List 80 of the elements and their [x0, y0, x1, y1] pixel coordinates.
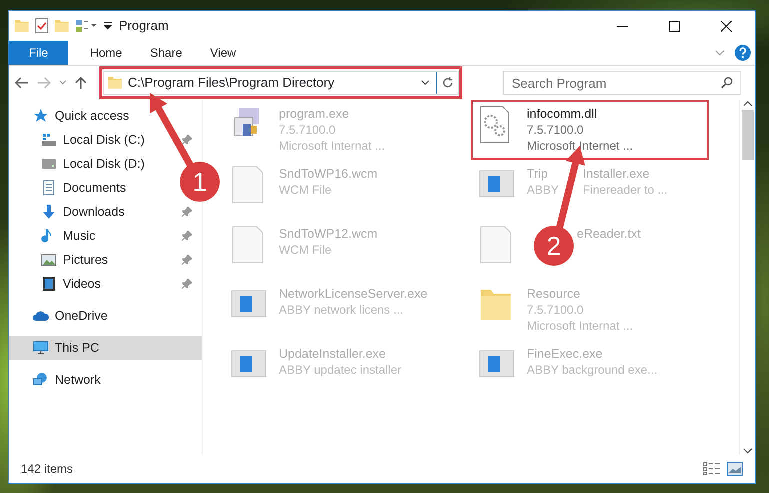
file-detail: 7.5.7100.0 [279, 122, 337, 138]
item-count: 142 items [21, 461, 74, 478]
maximize-icon [668, 20, 680, 32]
sidebar-item[interactable]: Videos [9, 272, 107, 296]
file-name: NetworkLicenseServer.exe [279, 286, 428, 302]
pin-icon[interactable] [182, 279, 192, 289]
sidebar-item[interactable]: Pictures [9, 248, 114, 272]
file-detail: ABBY [527, 182, 560, 198]
file-detail: ABBY background exe... [527, 362, 658, 378]
film-icon [41, 276, 57, 292]
file-name: program.exe [279, 106, 350, 122]
file-detail: Microsoft Internat ... [527, 318, 634, 334]
scroll-down-icon[interactable] [742, 447, 752, 455]
drive-icon [41, 132, 57, 148]
pin-icon[interactable] [182, 135, 192, 145]
sidebar-item[interactable]: Music [9, 224, 102, 248]
star-icon [33, 108, 49, 124]
window-title: Program [119, 17, 169, 36]
search-field[interactable]: Search Program [503, 71, 741, 95]
dropdown-icon[interactable] [421, 80, 430, 86]
scrollbar[interactable] [739, 100, 755, 455]
sidebar-item[interactable]: Local Disk (C:) [9, 128, 151, 152]
file-detail: 7.5.7100.0 [527, 122, 585, 138]
file-detail: ABBY updatec installer [279, 362, 402, 378]
sidebar-item[interactable]: Documents [9, 176, 132, 200]
help-icon[interactable] [735, 45, 751, 61]
file-detail: Finereader to ... [583, 182, 668, 198]
file-detail: ABBY network licens ... [279, 302, 404, 318]
recent-icon[interactable] [59, 80, 67, 86]
address-path: C:\Program Files\Program Directory [128, 74, 335, 92]
search-icon [721, 77, 733, 89]
scrollbar-thumb[interactable] [742, 110, 754, 160]
sidebar-item[interactable]: Downloads [9, 200, 131, 224]
back-icon[interactable] [15, 77, 29, 89]
file-detail: Microsoft Internet ... [527, 138, 634, 154]
forward-icon[interactable] [37, 77, 51, 89]
file-name: infocomm.dll [527, 106, 598, 122]
sidebar-item[interactable]: Network [9, 368, 107, 392]
pin-icon[interactable] [182, 207, 192, 217]
file-name: SndToWP12.wcm [279, 226, 378, 242]
address-bar[interactable]: C:\Program Files\Program Directory [103, 71, 459, 95]
drive-icon [41, 156, 57, 172]
picture-icon [41, 252, 57, 268]
up-icon[interactable] [75, 76, 87, 90]
refresh-icon[interactable] [442, 77, 454, 89]
download-icon [41, 204, 57, 220]
large-icons-view-icon[interactable] [727, 462, 743, 476]
file-name: eReader.txt [577, 226, 641, 242]
sidebar-item[interactable]: Quick access [9, 104, 136, 128]
folder-icon [108, 77, 122, 89]
document-icon [41, 180, 57, 196]
file-name: SndToWP16.wcm [279, 166, 378, 182]
file-detail: Microsoft Internat ... [279, 138, 386, 154]
view-icon[interactable] [75, 19, 97, 33]
ribbon-tab[interactable]: File [9, 41, 68, 65]
close-icon [720, 20, 732, 32]
sidebar-item[interactable]: This PC [9, 336, 202, 360]
file-name: Installer.exe [583, 166, 650, 182]
pin-icon[interactable] [182, 255, 192, 265]
file-name: UpdateInstaller.exe [279, 346, 388, 362]
properties-icon[interactable] [35, 18, 49, 34]
file-name: Trip [527, 166, 550, 182]
pin-icon[interactable] [182, 231, 192, 241]
monitor-icon [33, 340, 49, 356]
file-detail: WCM File [279, 242, 333, 258]
expand-ribbon-icon[interactable] [715, 50, 725, 56]
scroll-up-icon[interactable] [742, 100, 752, 108]
details-view-icon[interactable] [703, 462, 721, 476]
dropdown-icon[interactable] [103, 21, 113, 31]
ribbon-tab[interactable]: View [196, 41, 250, 65]
file-name: Resource [527, 286, 582, 302]
ribbon-tab[interactable]: Share [136, 41, 196, 65]
file-name: FineExec.exe [527, 346, 604, 362]
ribbon-tab[interactable]: Home [76, 41, 136, 65]
file-detail: 7.5.7100.0 [527, 302, 585, 318]
sidebar-item[interactable]: OneDrive [9, 304, 114, 328]
file-detail: WCM File [279, 182, 333, 198]
file-item[interactable]: infocomm.dll 7.5.7100.0 Microsoft Internet ... [471, 100, 709, 160]
network-icon [33, 372, 49, 388]
sidebar-item[interactable]: Local Disk (D:) [9, 152, 151, 176]
